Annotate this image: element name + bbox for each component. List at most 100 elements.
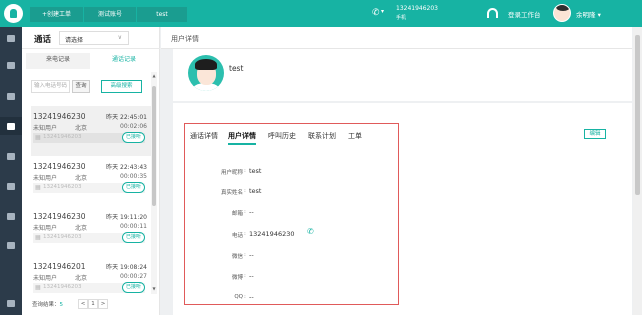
record-number: 13241946230 (33, 162, 86, 171)
page-scrollbar[interactable] (633, 27, 642, 315)
tab-incoming[interactable]: 来电记录 (26, 53, 90, 69)
scrollbar-thumb[interactable] (635, 35, 640, 195)
list-item[interactable]: 13241946230 昨天 19:11:20 未知用户 北京 00:00:11… (31, 206, 151, 256)
home-icon[interactable] (0, 29, 22, 47)
field-value-phone: 13241946230 (249, 230, 295, 238)
record-city: 北京 (75, 275, 88, 282)
tab-call-detail[interactable]: 通话详情 (190, 131, 218, 141)
field-label-wechat: 微信 (231, 254, 243, 260)
detail-header: 用户详情 (161, 27, 632, 49)
tab-user-detail[interactable]: 用户详情 (228, 131, 256, 145)
record-user: 未知用户 (33, 225, 58, 232)
list-item[interactable]: 13241946230 昨天 22:43:43 未知用户 北京 00:00:35… (31, 156, 151, 206)
status-badge: 已接听 (122, 282, 145, 293)
field-label-phone: 电话 (231, 233, 243, 239)
chart-icon[interactable] (0, 207, 22, 225)
field-label-qq: QQ (234, 294, 243, 300)
app-logo (4, 4, 23, 23)
headset-icon[interactable] (487, 8, 498, 18)
tab-call-records[interactable]: 通话记录 (92, 53, 156, 69)
panel-title: 通话 (34, 35, 52, 45)
phone-icon: ✆ (372, 8, 380, 18)
call-phone-icon[interactable]: ✆ (307, 227, 314, 236)
user-menu[interactable]: 余明隆 ▾ (576, 9, 601, 19)
scroll-up-icon[interactable]: ▲ (151, 73, 157, 78)
profile-card: test (173, 49, 632, 101)
record-user: 未知用户 (33, 125, 58, 132)
record-duration: 00:02:06 (120, 123, 147, 130)
phone-grid-icon: ▦ (35, 134, 41, 141)
field-value-qq: -- (249, 293, 254, 301)
tab-contact-plan[interactable]: 联系计划 (308, 131, 336, 141)
record-sub-number: 13241946203 (43, 284, 82, 290)
record-number: 13241946230 (33, 212, 86, 221)
pager-prev-button[interactable]: < (78, 299, 88, 309)
phone-icon[interactable] (0, 117, 22, 135)
current-phone-number: 13241946203 (396, 5, 438, 12)
panel-header: 通话 请选择 ∨ (22, 27, 160, 49)
test-tab[interactable]: test (137, 7, 187, 22)
keyboard-icon[interactable] (0, 294, 22, 312)
phone-search-input[interactable]: 输入电话号码 (31, 80, 70, 93)
record-duration: 00:00:27 (120, 273, 147, 280)
record-user: 未知用户 (33, 175, 58, 182)
team-icon[interactable] (0, 177, 22, 195)
pager-page-1[interactable]: 1 (88, 299, 98, 309)
record-user: 未知用户 (33, 275, 58, 282)
record-time: 昨天 19:08:24 (106, 264, 147, 271)
create-ticket-button[interactable]: +创建工单 (30, 7, 83, 22)
field-label-nickname: 用户昵称 (220, 170, 243, 176)
list-scrollbar[interactable]: ▲ ▼ (151, 72, 157, 294)
record-duration: 00:00:11 (120, 223, 147, 230)
search-row: 输入电话号码 查询 高级搜索 (31, 80, 156, 93)
search-button[interactable]: 查询 (72, 80, 90, 93)
user-avatar[interactable] (553, 4, 571, 22)
field-label-weibo: 微博 (231, 275, 243, 281)
filter-select-value: 请选择 (65, 37, 84, 44)
field-value-nickname: test (249, 167, 262, 175)
top-bar: +创建工单 测试账号 test ✆ ▾ 13241946203 手机 登录工作台… (0, 0, 642, 27)
phone-grid-icon: ▦ (35, 284, 41, 291)
doc-icon[interactable] (0, 87, 22, 105)
status-badge: 已接听 (122, 132, 145, 143)
record-time: 昨天 22:43:43 (106, 164, 147, 171)
record-number: 13241946230 (33, 112, 86, 121)
login-workbench-link[interactable]: 登录工作台 (508, 9, 541, 19)
record-sub-number: 13241946203 (43, 234, 82, 240)
pager-next-button[interactable]: > (98, 299, 108, 309)
status-badge: 已接听 (122, 232, 145, 243)
record-tabs: 来电记录 通话记录 (22, 53, 160, 69)
edit-button[interactable]: 编辑 (584, 129, 606, 139)
record-duration: 00:00:35 (120, 173, 147, 180)
field-value-realname: test (249, 187, 262, 195)
settings-icon[interactable] (0, 236, 22, 254)
user-icon[interactable] (0, 147, 22, 165)
field-label-realname: 真实姓名 (220, 190, 243, 196)
scroll-down-icon[interactable]: ▼ (151, 286, 157, 291)
tab-call-history[interactable]: 呼叫历史 (268, 131, 296, 141)
record-sub-number: 13241946203 (43, 134, 82, 140)
phone-grid-icon: ▦ (35, 234, 41, 241)
profile-name: test (229, 64, 244, 73)
chevron-down-icon: ▾ (381, 8, 385, 15)
record-city: 北京 (75, 125, 88, 132)
record-city: 北京 (75, 225, 88, 232)
advanced-search-button[interactable]: 高级搜索 (101, 80, 142, 93)
detail-highlight-box: 通话详情 用户详情 呼叫历史 联系计划 工单 用户昵称 : test 真实姓名 … (184, 123, 399, 305)
test-account-tab[interactable]: 测试账号 (84, 7, 136, 22)
avatar (188, 55, 224, 91)
detail-card: 通话详情 用户详情 呼叫历史 联系计划 工单 用户昵称 : test 真实姓名 … (173, 103, 632, 315)
field-value-email: -- (249, 208, 254, 216)
pager-count: 5 (59, 302, 64, 308)
record-time: 昨天 22:45:01 (106, 114, 147, 121)
filter-select[interactable]: 请选择 ∨ (59, 31, 129, 45)
pager-summary: 查询结果：5 (32, 300, 63, 308)
list-item[interactable]: 13241946230 昨天 22:45:01 未知用户 北京 00:02:06… (31, 106, 151, 156)
status-badge: 已接听 (122, 182, 145, 193)
scrollbar-thumb[interactable] (152, 86, 156, 206)
field-value-weibo: -- (249, 272, 254, 280)
left-nav-rail (0, 27, 22, 315)
tab-ticket[interactable]: 工单 (348, 131, 362, 141)
grid-icon[interactable] (0, 56, 22, 74)
call-record-list: 13241946230 昨天 22:45:01 未知用户 北京 00:02:06… (31, 106, 151, 315)
